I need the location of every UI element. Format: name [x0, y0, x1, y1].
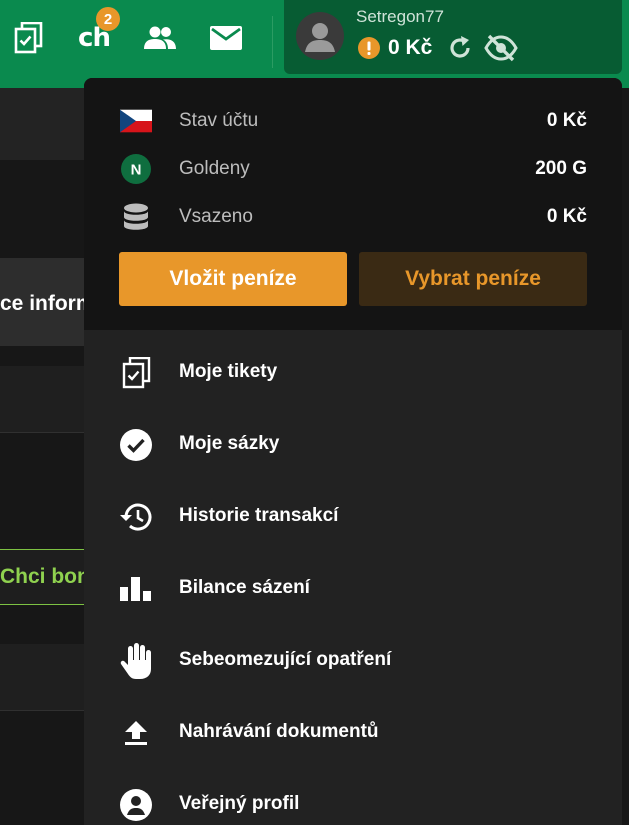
wallet-row-goldeny: N Goldeny 200 G	[84, 154, 622, 184]
upload-icon	[118, 715, 154, 751]
wallet-label: Vsazeno	[179, 206, 253, 227]
chat-badge: 2	[96, 7, 120, 31]
czech-flag-icon	[120, 106, 152, 136]
background-divider	[0, 710, 84, 711]
menu-item-self-limitation[interactable]: Sebeomezující opatření	[84, 625, 622, 697]
wallet-label: Stav účtu	[179, 110, 259, 131]
background-info-text: ce inform	[0, 292, 84, 315]
background-strip	[0, 88, 84, 160]
refresh-icon[interactable]	[446, 34, 474, 67]
warning-icon[interactable]	[358, 37, 380, 64]
username: Setregon77	[356, 7, 444, 26]
check-circle-icon	[118, 427, 154, 463]
menu-item-betting-balance[interactable]: Bilance sázení	[84, 553, 622, 625]
menu-label: Sebeomezující opatření	[179, 649, 392, 670]
account-panel[interactable]: Setregon77 0 Kč	[284, 0, 622, 74]
tickets-icon[interactable]	[10, 20, 46, 56]
background-divider	[0, 432, 84, 433]
bar-chart-icon	[118, 571, 154, 607]
tickets-icon	[118, 355, 154, 391]
goldeny-coin-icon: N	[120, 154, 152, 184]
menu-label: Moje tikety	[179, 361, 278, 382]
background-row	[0, 366, 84, 432]
menu-item-tickets[interactable]: Moje tikety	[84, 337, 622, 409]
menu-item-document-upload[interactable]: Nahrávání dokumentů	[84, 697, 622, 769]
menu-item-public-profile[interactable]: Veřejný profil	[84, 769, 622, 825]
menu-label: Moje sázky	[179, 433, 280, 454]
menu-item-transaction-history[interactable]: Historie transakcí	[84, 481, 622, 553]
top-bar: ch 2 Setregon77 0 Kč	[0, 0, 629, 88]
avatar[interactable]	[296, 12, 344, 60]
hand-icon	[118, 643, 154, 679]
coin-stack-icon	[120, 202, 152, 232]
wallet-value: 0 Kč	[546, 206, 587, 227]
account-dropdown: Stav účtu 0 Kč N Goldeny 200 G Vsazeno 0…	[84, 78, 622, 825]
wallet-label: Goldeny	[179, 158, 250, 179]
menu-label: Veřejný profil	[179, 793, 300, 814]
background-cta-text: Chci bon	[0, 565, 84, 588]
history-icon	[118, 499, 154, 535]
wallet-summary: Stav účtu 0 Kč N Goldeny 200 G Vsazeno 0…	[84, 78, 622, 330]
menu-label: Historie transakcí	[179, 505, 339, 526]
menu-label: Nahrávání dokumentů	[179, 721, 379, 742]
wallet-row-balance: Stav účtu 0 Kč	[84, 106, 622, 136]
mail-icon[interactable]	[208, 20, 244, 56]
hide-balance-icon[interactable]	[484, 34, 518, 67]
deposit-button[interactable]: Vložit peníze	[119, 252, 347, 306]
profile-icon	[118, 787, 154, 823]
friends-icon[interactable]	[142, 20, 178, 56]
coin-letter: N	[131, 162, 142, 179]
menu-label: Bilance sázení	[179, 577, 310, 598]
menu-item-bets[interactable]: Moje sázky	[84, 409, 622, 481]
account-balance: 0 Kč	[388, 36, 433, 59]
background-row	[0, 644, 84, 710]
withdraw-button[interactable]: Vybrat peníze	[359, 252, 587, 306]
wallet-value: 200 G	[535, 158, 587, 179]
wallet-row-staked: Vsazeno 0 Kč	[84, 202, 622, 232]
topbar-divider	[272, 16, 273, 68]
wallet-value: 0 Kč	[546, 110, 587, 131]
